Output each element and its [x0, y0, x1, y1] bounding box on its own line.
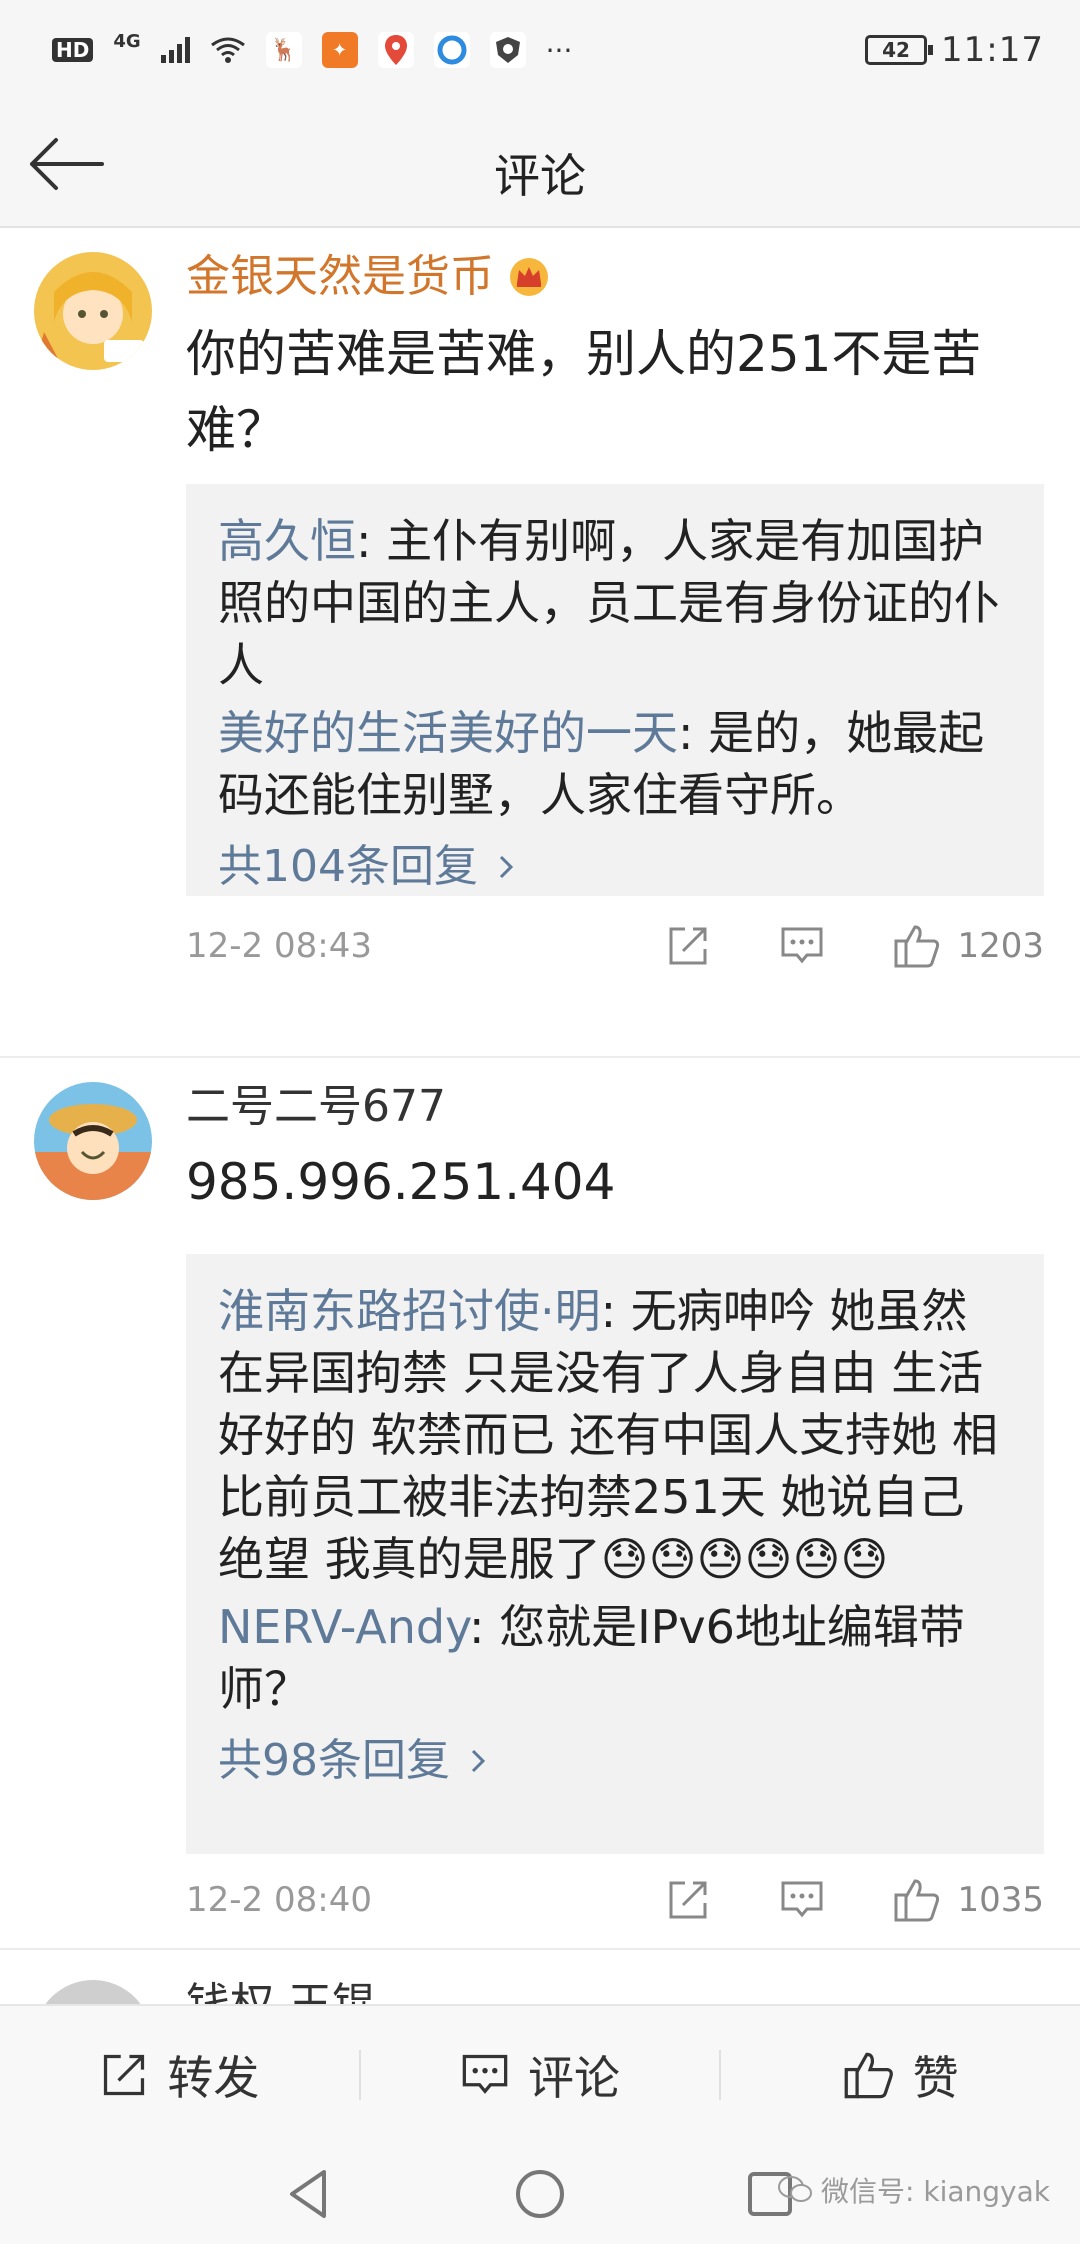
avatar[interactable]	[34, 252, 152, 370]
like-count: 1203	[957, 926, 1044, 966]
bottom-action-bar: 转发 评论 赞	[0, 2004, 1080, 2144]
more-replies-link[interactable]: 共98条回复	[218, 1726, 1010, 1796]
comment-username[interactable]: 金银天然是货币	[186, 250, 550, 304]
network-type: 4G	[113, 31, 141, 52]
reply-username[interactable]: 高久恒	[218, 514, 356, 568]
comment-text: 你的苦难是苦难，别人的251不是苦难？	[186, 325, 982, 459]
deer-app-icon: 🦌	[265, 32, 302, 68]
wechat-icon	[778, 2176, 813, 2202]
home-circle-icon[interactable]	[510, 2164, 570, 2224]
like-count: 1035	[957, 1880, 1044, 1920]
avatar[interactable]	[34, 1082, 152, 1200]
chevron-right-icon	[471, 1749, 486, 1773]
status-bar: HD 4G 🦌 ✦ ··· 42 11:17	[0, 0, 1080, 100]
more-notifications: ···	[545, 33, 573, 67]
comment-button[interactable]	[779, 1877, 825, 1923]
share-icon	[669, 1881, 707, 1919]
hd-indicator: HD	[52, 38, 94, 62]
more-replies-label: 共98条回复	[218, 1735, 450, 1786]
repost-button[interactable]: 转发	[0, 2006, 359, 2144]
comment-button[interactable]	[779, 923, 825, 969]
comment-item: 钱权 王锟	[0, 1950, 1080, 2004]
comment-action-button[interactable]: 评论	[361, 2006, 720, 2144]
more-replies-label: 共104条回复	[218, 841, 478, 892]
share-button[interactable]	[665, 923, 711, 969]
watermark-text: 微信号: kiangyak	[821, 2175, 1050, 2208]
thumbs-up-icon	[894, 1879, 940, 1922]
thumbs-up-icon	[844, 2052, 893, 2099]
orange-app-icon: ✦	[321, 32, 358, 68]
battery-level: 42	[882, 38, 910, 62]
comment-item: 二号二号677 985.996.251.404 淮南东路招讨使·明: 无病呻吟 …	[0, 1058, 1080, 1948]
username-text: 钱权 王锟	[186, 1978, 376, 2004]
comment-item: 金银天然是货币 你的苦难是苦难，别人的251不是苦难？ 高久恒: 主仆有别啊，人…	[0, 228, 1080, 1058]
battery-icon: 42	[865, 35, 934, 65]
reply-username[interactable]: 美好的生活美好的一天	[218, 706, 678, 760]
nav-bar: 评论	[0, 100, 1080, 228]
like-label: 赞	[912, 2051, 959, 2105]
comment-icon	[462, 2054, 508, 2094]
reply-username[interactable]: 淮南东路招讨使·明	[218, 1284, 601, 1338]
reply-username[interactable]: NERV-Andy	[218, 1600, 469, 1654]
comment-text: 985.996.251.404	[186, 1153, 616, 1211]
reply-item: 美好的生活美好的一天: 是的，她最起码还能住别墅，人家住看守所。	[218, 702, 1010, 826]
crown-icon	[510, 258, 548, 296]
wifi-icon	[210, 37, 245, 63]
comment-icon	[781, 927, 823, 964]
clock: 11:17	[941, 30, 1044, 70]
reply-box[interactable]: 淮南东路招讨使·明: 无病呻吟 她虽然在异国拘禁 只是没有了人身自由 生活好好的…	[186, 1254, 1044, 1854]
comment-footer: 12-2 08:43 1203	[186, 916, 1044, 976]
watermark: 微信号: kiangyak	[777, 2170, 1050, 2210]
like-button[interactable]: 1035	[893, 1877, 1044, 1923]
map-pin-app-icon	[377, 32, 414, 68]
blue-ring-app-icon	[433, 32, 470, 68]
username-text: 金银天然是货币	[186, 251, 494, 302]
reply-item: NERV-Andy: 您就是IPv6地址编辑带师？	[218, 1596, 1010, 1720]
comment-username[interactable]: 二号二号677	[186, 1080, 446, 1134]
reply-item: 淮南东路招讨使·明: 无病呻吟 她虽然在异国拘禁 只是没有了人身自由 生活好好的…	[218, 1280, 1010, 1590]
reply-item: 高久恒: 主仆有别啊，人家是有加国护照的中国的主人，员工是有身份证的仆人	[218, 510, 1010, 696]
back-triangle-icon[interactable]	[280, 2164, 340, 2224]
signal-icon	[160, 37, 190, 63]
comment-time: 12-2 08:43	[186, 926, 372, 966]
page-title: 评论	[494, 149, 586, 203]
comment-footer: 12-2 08:40 1035	[186, 1870, 1044, 1930]
comment-label: 评论	[528, 2051, 620, 2105]
share-icon	[104, 2054, 145, 2096]
like-button[interactable]: 1203	[893, 923, 1044, 969]
reply-box[interactable]: 高久恒: 主仆有别啊，人家是有加国护照的中国的主人，员工是有身份证的仆人 美好的…	[186, 484, 1044, 896]
chevron-right-icon	[499, 855, 514, 879]
repost-label: 转发	[167, 2051, 260, 2105]
comment-time: 12-2 08:40	[186, 1880, 372, 1920]
shield-app-icon	[489, 32, 526, 68]
share-icon	[669, 927, 707, 965]
thumbs-up-icon	[894, 925, 940, 968]
like-action-button[interactable]: 赞	[721, 2006, 1080, 2144]
comment-username[interactable]: 钱权 王锟	[186, 1978, 376, 2004]
share-button[interactable]	[665, 1877, 711, 1923]
comment-icon	[781, 1881, 823, 1918]
username-text: 二号二号677	[186, 1081, 446, 1132]
more-replies-link[interactable]: 共104条回复	[218, 832, 1010, 902]
avatar[interactable]	[34, 1980, 152, 2004]
